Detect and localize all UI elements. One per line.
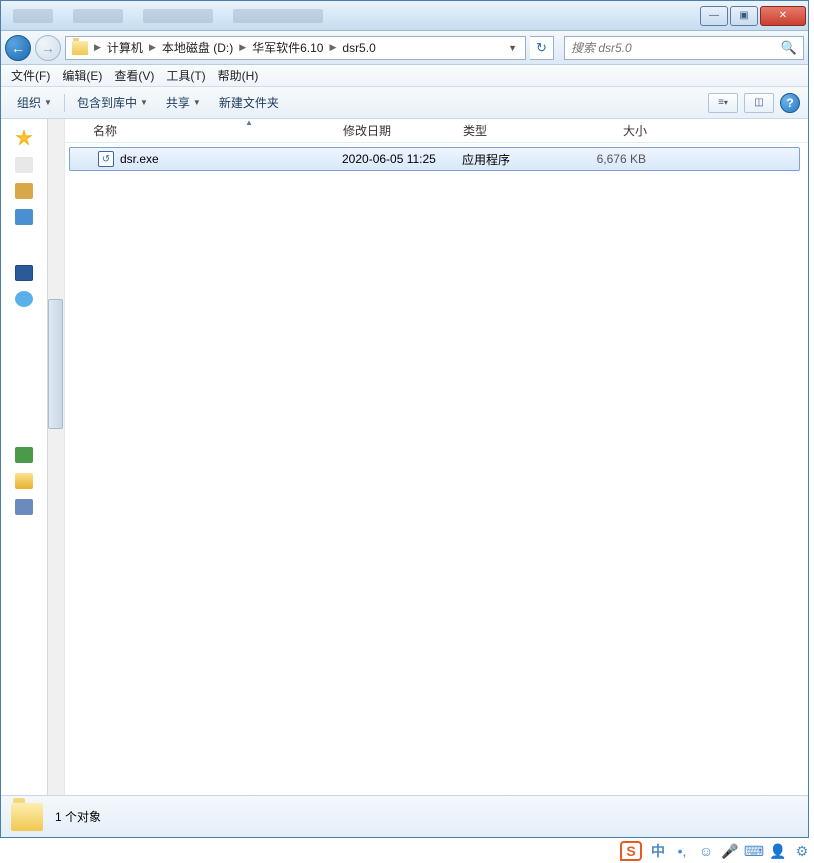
favorites-icon[interactable]	[15, 129, 33, 147]
view-mode-button[interactable]: ≡▾	[708, 93, 738, 113]
preview-pane-button[interactable]: ◫	[744, 93, 774, 113]
scrollbar-thumb[interactable]	[48, 299, 63, 429]
nav-pane[interactable]	[1, 119, 65, 795]
organize-button[interactable]: 组织▼	[9, 91, 60, 114]
chevron-down-icon: ▼	[44, 98, 52, 107]
sidebar-item[interactable]	[15, 209, 33, 225]
window-controls: — ▣ ✕	[698, 6, 806, 26]
search-icon[interactable]: 🔍	[781, 40, 797, 56]
sidebar-item[interactable]	[15, 157, 33, 173]
share-button[interactable]: 共享▼	[158, 91, 209, 114]
menu-help[interactable]: 帮助(H)	[212, 65, 265, 86]
minimize-button[interactable]: —	[700, 6, 728, 26]
status-text: 1 个对象	[55, 808, 101, 825]
sogou-icon[interactable]: S	[620, 841, 642, 861]
column-type[interactable]: 类型	[455, 122, 575, 139]
new-folder-button[interactable]: 新建文件夹	[211, 91, 287, 114]
chevron-right-icon: ▶	[92, 42, 103, 53]
file-name-cell: ↺ dsr.exe	[90, 151, 334, 167]
menu-edit[interactable]: 编辑(E)	[56, 65, 108, 86]
folder-icon	[72, 41, 88, 55]
cloud-icon[interactable]	[15, 291, 33, 307]
exe-icon: ↺	[98, 151, 114, 167]
chevron-down-icon: ▾	[724, 98, 728, 107]
arrow-left-icon: ←	[11, 40, 25, 56]
mic-icon[interactable]: 🎤	[722, 843, 738, 859]
close-button[interactable]: ✕	[760, 6, 806, 26]
arrow-right-icon: →	[41, 40, 55, 56]
breadcrumb[interactable]: 计算机	[103, 39, 147, 56]
file-name: dsr.exe	[120, 152, 159, 166]
computer-icon[interactable]	[15, 265, 33, 281]
file-list-pane[interactable]: ▲ 名称 修改日期 类型 大小 ↺ dsr.exe 2020-06-05 11:…	[65, 119, 808, 795]
sidebar-item[interactable]	[15, 499, 33, 515]
back-button[interactable]: ←	[5, 35, 31, 61]
menu-view[interactable]: 查看(V)	[108, 65, 160, 86]
address-dropdown[interactable]: ▼	[502, 43, 523, 53]
tray-icon[interactable]: •,	[674, 843, 690, 859]
user-icon[interactable]: 👤	[770, 843, 786, 859]
sidebar-scrollbar[interactable]	[47, 119, 64, 795]
file-date-cell: 2020-06-05 11:25	[334, 152, 454, 166]
search-input[interactable]	[571, 41, 781, 55]
refresh-button[interactable]: ↻	[530, 36, 554, 60]
search-box[interactable]: 🔍	[564, 36, 804, 60]
explorer-window: — ▣ ✕ ← → ▶ 计算机 ▶ 本地磁盘 (D:) ▶ 华军软件6.10 ▶…	[0, 0, 809, 838]
navbar: ← → ▶ 计算机 ▶ 本地磁盘 (D:) ▶ 华军软件6.10 ▶ dsr5.…	[1, 31, 808, 65]
menubar: 文件(F) 编辑(E) 查看(V) 工具(T) 帮助(H)	[1, 65, 808, 87]
system-tray: S 中 •, ☺ 🎤 ⌨ 👤 ⚙	[620, 841, 810, 861]
sort-indicator-icon: ▲	[245, 118, 253, 127]
menu-file[interactable]: 文件(F)	[5, 65, 56, 86]
emoji-icon[interactable]: ☺	[698, 843, 714, 859]
chevron-right-icon: ▶	[327, 42, 338, 53]
sidebar-item[interactable]	[15, 447, 33, 463]
breadcrumb[interactable]: dsr5.0	[338, 41, 379, 55]
menu-tools[interactable]: 工具(T)	[160, 65, 211, 86]
column-headers: ▲ 名称 修改日期 类型 大小	[65, 119, 808, 143]
titlebar-blur	[3, 9, 698, 23]
column-size[interactable]: 大小	[575, 122, 655, 139]
column-date[interactable]: 修改日期	[335, 122, 455, 139]
help-button[interactable]: ?	[780, 93, 800, 113]
folder-icon	[11, 803, 43, 831]
ime-icon[interactable]: 中	[650, 843, 666, 859]
titlebar[interactable]: — ▣ ✕	[1, 1, 808, 31]
chevron-down-icon: ▼	[140, 98, 148, 107]
pane-icon: ◫	[754, 97, 763, 108]
status-bar: 1 个对象	[1, 795, 808, 837]
address-bar[interactable]: ▶ 计算机 ▶ 本地磁盘 (D:) ▶ 华军软件6.10 ▶ dsr5.0 ▼	[65, 36, 526, 60]
file-type-cell: 应用程序	[454, 151, 574, 168]
chevron-right-icon: ▶	[147, 42, 158, 53]
folder-icon[interactable]	[15, 473, 33, 489]
file-size-cell: 6,676 KB	[574, 152, 654, 166]
column-name[interactable]: 名称	[85, 122, 335, 139]
maximize-button[interactable]: ▣	[730, 6, 758, 26]
forward-button[interactable]: →	[35, 35, 61, 61]
keyboard-icon[interactable]: ⌨	[746, 843, 762, 859]
separator	[64, 94, 65, 112]
content-area: ▲ 名称 修改日期 类型 大小 ↺ dsr.exe 2020-06-05 11:…	[1, 119, 808, 795]
sidebar-item[interactable]	[15, 183, 33, 199]
toolbar: 组织▼ 包含到库中▼ 共享▼ 新建文件夹 ≡▾ ◫ ?	[1, 87, 808, 119]
chevron-down-icon: ▼	[193, 98, 201, 107]
settings-icon[interactable]: ⚙	[794, 843, 810, 859]
breadcrumb[interactable]: 本地磁盘 (D:)	[158, 39, 237, 56]
file-row[interactable]: ↺ dsr.exe 2020-06-05 11:25 应用程序 6,676 KB	[69, 147, 800, 171]
include-in-library-button[interactable]: 包含到库中▼	[69, 91, 156, 114]
breadcrumb[interactable]: 华军软件6.10	[248, 39, 327, 56]
chevron-right-icon: ▶	[237, 42, 248, 53]
toolbar-right: ≡▾ ◫ ?	[708, 93, 800, 113]
refresh-icon: ↻	[536, 40, 547, 56]
